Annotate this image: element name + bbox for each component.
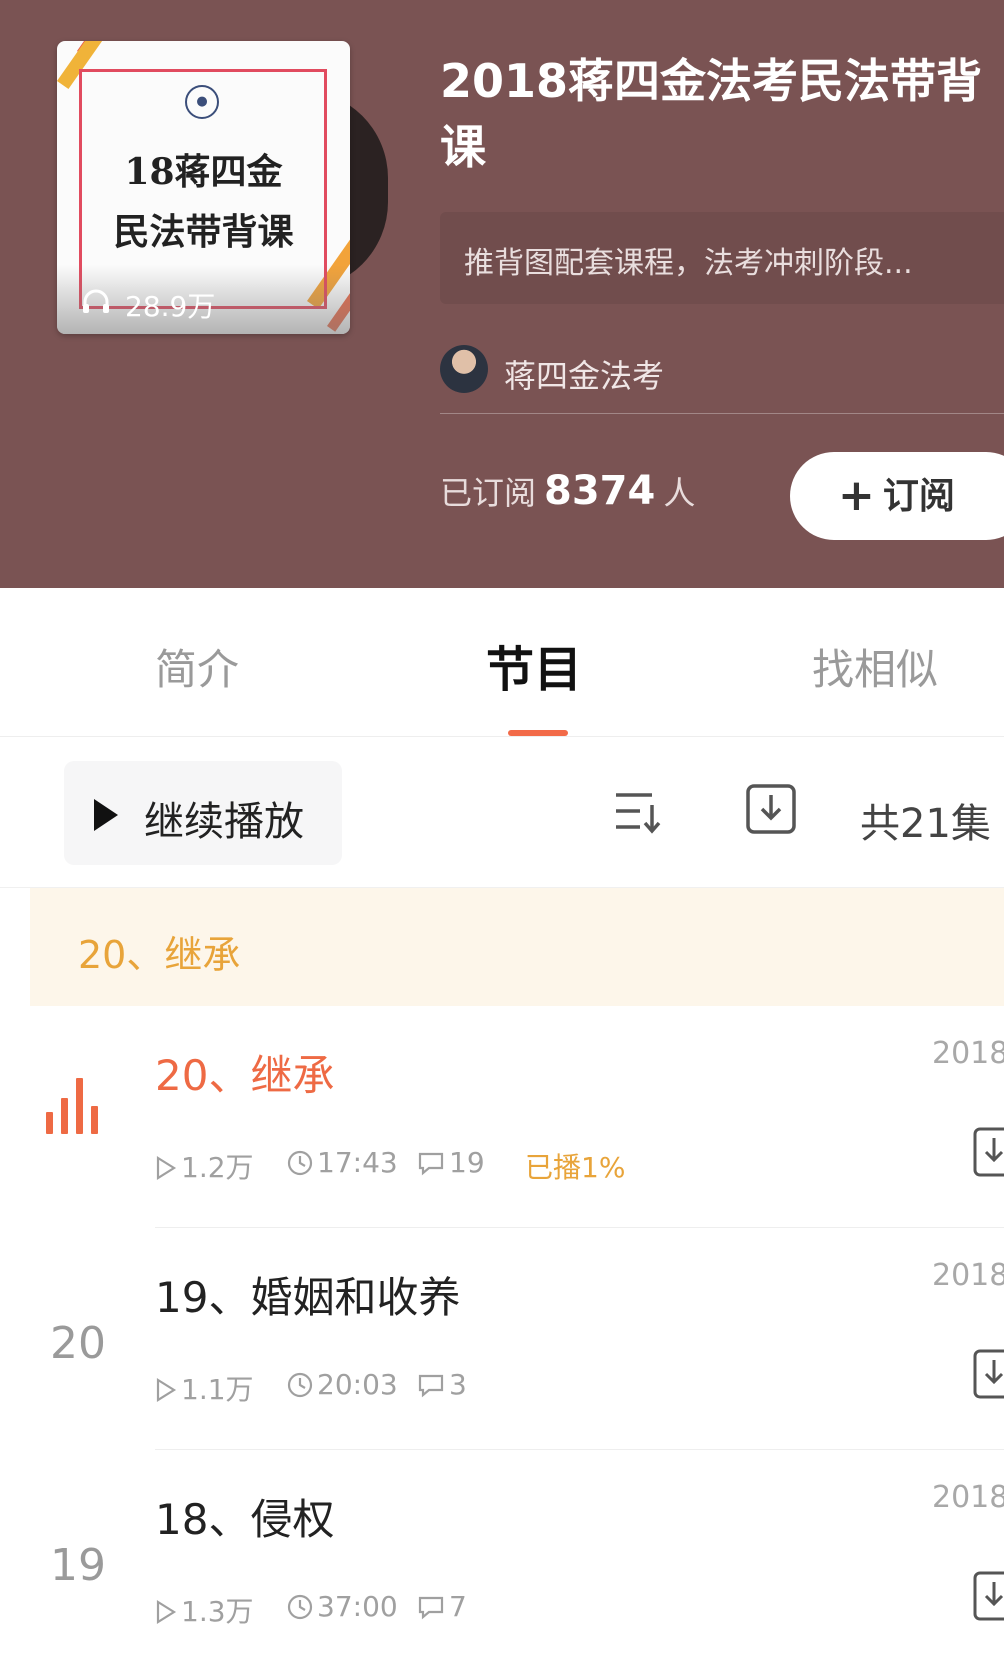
download-icon[interactable] [972, 1348, 1004, 1400]
list-item[interactable]: 19 18、侵权 2018 1.3万 37:00 7 [0, 1450, 1004, 1672]
episode-progress: 已播1% [525, 1151, 626, 1184]
subscribe-button-label: 订阅 [882, 476, 955, 517]
cover-title-line1: 18蒋四金 [124, 151, 283, 193]
episode-duration: 17:43 [287, 1146, 398, 1179]
episode-plays: 1.1万 [155, 1368, 254, 1408]
continue-play-button[interactable]: 继续播放 [64, 761, 342, 865]
subscriber-prefix: 已订阅 [440, 474, 537, 512]
episode-comments-value: 7 [449, 1590, 467, 1623]
cover-play-count: 28.9万 [57, 265, 350, 334]
active-tab-indicator [508, 730, 568, 736]
tab-programs[interactable]: 节目 [486, 630, 582, 700]
clock-icon [287, 1594, 313, 1620]
episode-index: 19 [50, 1540, 106, 1591]
album-description[interactable]: 推背图配套课程，法考冲刺阶段... [440, 212, 1004, 304]
subscriber-number: 8374 [544, 468, 656, 514]
album-cover[interactable]: ● 18蒋四金 民法带背课 28.9万 [57, 41, 350, 334]
continue-play-label: 继续播放 [144, 799, 304, 845]
download-icon[interactable] [972, 1570, 1004, 1622]
episode-plays: 1.2万 [155, 1146, 254, 1186]
episode-plays-value: 1.2万 [181, 1151, 254, 1184]
avatar[interactable] [440, 345, 488, 393]
episode-comments-value: 3 [449, 1368, 467, 1401]
episode-date: 2018 [932, 1258, 1004, 1293]
list-item[interactable]: 20、继承 2018 1.2万 17:43 19 已播1% [0, 1006, 1004, 1228]
last-played-title: 20、继承 [78, 933, 241, 977]
plus-icon: + [838, 470, 875, 521]
tab-intro[interactable]: 简介 [155, 636, 239, 697]
play-icon [94, 799, 118, 831]
subscribe-button[interactable]: + 订阅 [790, 452, 1004, 540]
headphones-icon [81, 287, 111, 322]
play-icon [156, 1600, 177, 1624]
episode-index: 20 [50, 1318, 106, 1369]
episode-comments: 7 [417, 1590, 467, 1623]
episode-duration: 20:03 [287, 1368, 398, 1401]
episode-duration: 37:00 [287, 1590, 398, 1623]
episode-comments: 19 [417, 1146, 485, 1179]
playing-bars-icon [46, 1078, 104, 1134]
download-icon[interactable] [745, 783, 797, 835]
play-icon [156, 1156, 177, 1180]
clock-icon [287, 1372, 313, 1398]
comment-icon [418, 1596, 444, 1620]
episode-plays-value: 1.1万 [181, 1373, 254, 1406]
album-description-text: 推背图配套课程，法考冲刺阶段... [464, 246, 913, 281]
tab-bar: 简介 节目 找相似 [0, 588, 1004, 737]
episode-duration-value: 17:43 [317, 1146, 398, 1179]
comment-icon [418, 1374, 444, 1398]
program-toolbar: 继续播放 共21集 [0, 737, 1004, 888]
subscriber-count: 已订阅 8374 人 [440, 468, 695, 514]
episode-comments: 3 [417, 1368, 467, 1401]
episode-duration-value: 20:03 [317, 1368, 398, 1401]
cover-play-count-value: 28.9万 [125, 290, 216, 323]
divider [440, 413, 1004, 414]
episode-date: 2018 [932, 1036, 1004, 1071]
episode-title: 19、婚姻和收养 [155, 1273, 461, 1322]
episode-duration-value: 37:00 [317, 1590, 398, 1623]
clock-icon [287, 1150, 313, 1176]
subscriber-suffix: 人 [663, 474, 696, 512]
album-header: ● 18蒋四金 民法带背课 28.9万 2018蒋四金法考民法带背课 推背图配套… [0, 0, 1004, 588]
cover-logo-icon: ● [185, 85, 219, 119]
last-played-banner[interactable]: 20、继承 [30, 888, 1004, 1006]
episode-title: 20、继承 [155, 1051, 335, 1100]
author-row[interactable]: 蒋四金法考 [440, 345, 1004, 395]
tab-similar[interactable]: 找相似 [812, 636, 938, 697]
episode-title: 18、侵权 [155, 1495, 335, 1544]
comment-icon [418, 1152, 444, 1176]
play-icon [156, 1378, 177, 1402]
album-title: 2018蒋四金法考民法带背课 [440, 54, 983, 174]
list-item[interactable]: 20 19、婚姻和收养 2018 1.1万 20:03 3 [0, 1228, 1004, 1450]
episode-comments-value: 19 [449, 1146, 485, 1179]
author-name[interactable]: 蒋四金法考 [504, 351, 664, 397]
cover-title-line2: 民法带背课 [113, 211, 294, 253]
episode-date: 2018 [932, 1480, 1004, 1515]
sort-icon[interactable] [612, 787, 664, 835]
episode-plays: 1.3万 [155, 1590, 254, 1630]
download-icon[interactable] [972, 1126, 1004, 1178]
episode-plays-value: 1.3万 [181, 1595, 254, 1628]
episode-total: 共21集 [860, 801, 991, 847]
